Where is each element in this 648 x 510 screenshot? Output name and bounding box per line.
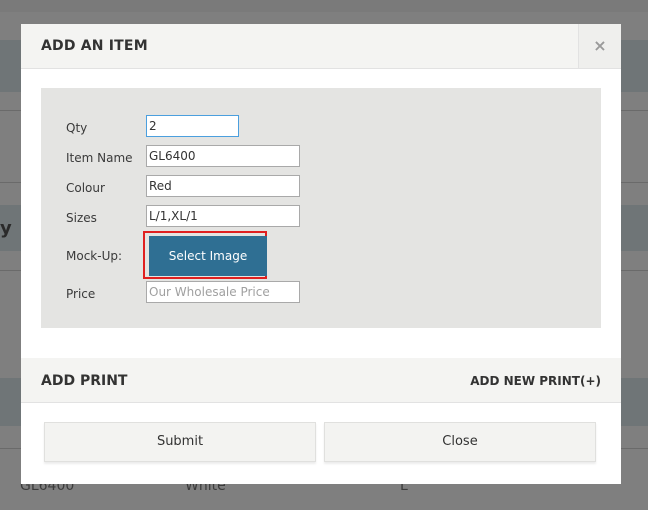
price-input[interactable] (146, 281, 300, 303)
sizes-row: Sizes (41, 205, 601, 231)
item-name-row: Item Name (41, 145, 601, 171)
mockup-row: Mock-Up: Select Image (41, 231, 601, 280)
add-print-title: ADD PRINT (41, 373, 128, 389)
mockup-label: Mock-Up: (66, 249, 123, 263)
item-name-label: Item Name (66, 151, 133, 165)
sizes-input[interactable] (146, 205, 300, 227)
select-image-button[interactable]: Select Image (149, 236, 267, 276)
close-button[interactable]: Close (324, 422, 596, 462)
modal-header: ADD AN ITEM × (21, 24, 621, 69)
item-name-input[interactable] (146, 145, 300, 167)
qty-input[interactable] (146, 115, 239, 137)
price-row: Price (41, 281, 601, 307)
qty-label: Qty (66, 121, 88, 135)
colour-input[interactable] (146, 175, 300, 197)
qty-row: Qty (41, 115, 601, 141)
modal-title: ADD AN ITEM (41, 38, 148, 54)
bg-top-bar (0, 0, 648, 12)
colour-row: Colour (41, 175, 601, 201)
submit-button[interactable]: Submit (44, 422, 316, 462)
sizes-label: Sizes (66, 211, 97, 225)
add-new-print-link[interactable]: ADD NEW PRINT(+) (470, 374, 601, 388)
bg-section-heading: y (0, 218, 12, 239)
price-label: Price (66, 287, 96, 301)
add-item-modal: ADD AN ITEM × Qty Item Name Colour Sizes… (21, 24, 621, 484)
item-form: Qty Item Name Colour Sizes Mock-Up: Sele… (41, 88, 601, 328)
colour-label: Colour (66, 181, 105, 195)
close-icon[interactable]: × (578, 24, 621, 68)
add-print-section: ADD PRINT ADD NEW PRINT(+) (21, 358, 621, 403)
